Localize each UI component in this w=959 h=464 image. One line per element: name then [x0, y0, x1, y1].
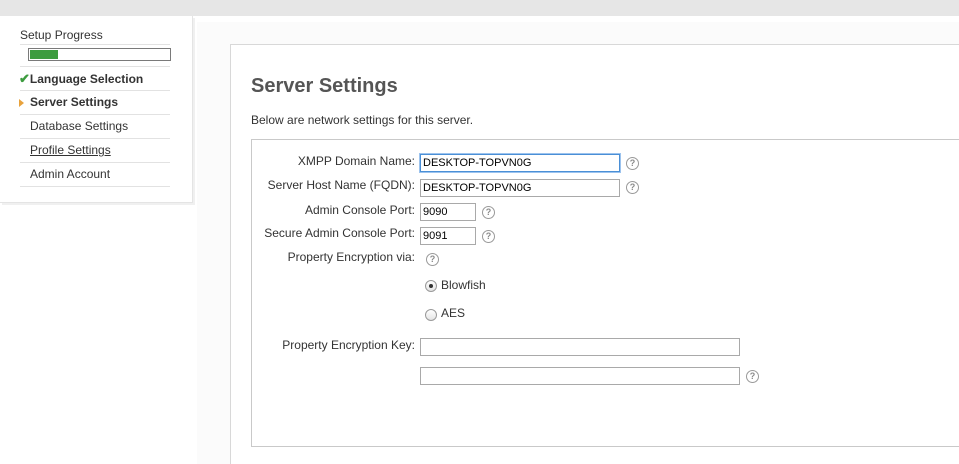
sidebar-item-label: Language Selection — [29, 72, 144, 86]
current-step-arrow-icon — [19, 99, 24, 107]
sidebar-item-admin-account[interactable]: Admin Account — [30, 167, 110, 181]
encryption-via-label: Property Encryption via: — [287, 250, 415, 264]
sidebar-divider — [20, 162, 170, 163]
help-icon[interactable]: ? — [626, 181, 639, 194]
help-icon[interactable]: ? — [626, 157, 639, 170]
browser-top-bar — [0, 0, 959, 16]
blowfish-radio[interactable] — [425, 280, 437, 292]
sidebar-divider — [20, 114, 170, 115]
xmpp-domain-label: XMPP Domain Name: — [297, 154, 415, 168]
sidebar-item-profile-settings[interactable]: Profile Settings — [30, 143, 111, 157]
host-name-label: Server Host Name (FQDN): — [267, 178, 415, 192]
secure-admin-port-input[interactable]: 9091 — [420, 227, 476, 245]
xmpp-domain-input[interactable]: DESKTOP-TOPVN0G — [420, 154, 620, 172]
help-icon[interactable]: ? — [426, 253, 439, 266]
admin-port-input[interactable]: 9090 — [420, 203, 476, 221]
blowfish-radio-label[interactable]: Blowfish — [441, 278, 486, 292]
sidebar-divider — [20, 66, 170, 67]
admin-port-label: Admin Console Port: — [304, 203, 415, 217]
sidebar-item-server-settings[interactable]: Server Settings — [30, 95, 118, 109]
help-icon[interactable]: ? — [482, 230, 495, 243]
help-icon[interactable]: ? — [746, 370, 759, 383]
setup-progress-sidebar: Setup Progress ✔Language Selection Serve… — [0, 16, 193, 203]
setup-progress-fill — [30, 50, 58, 59]
page-title: Server Settings — [251, 75, 398, 97]
encryption-key-label: Property Encryption Key: — [282, 338, 415, 352]
sidebar-divider — [20, 90, 170, 91]
secure-admin-port-label: Secure Admin Console Port: — [264, 226, 415, 240]
sidebar-divider — [20, 138, 170, 139]
sidebar-divider — [20, 44, 170, 45]
checkmark-icon: ✔ — [19, 71, 30, 86]
setup-progress-title: Setup Progress — [20, 28, 103, 42]
aes-radio[interactable] — [425, 309, 437, 321]
sidebar-item-database-settings[interactable]: Database Settings — [30, 119, 128, 133]
sidebar-item-language-selection[interactable]: ✔Language Selection — [19, 71, 143, 87]
host-name-input[interactable]: DESKTOP-TOPVN0G — [420, 179, 620, 197]
sidebar-divider — [20, 186, 170, 187]
setup-progress-bar — [28, 48, 171, 61]
page-description: Below are network settings for this serv… — [251, 113, 474, 127]
aes-radio-label[interactable]: AES — [441, 306, 465, 320]
encryption-key-confirm-input[interactable] — [420, 367, 740, 385]
encryption-key-input[interactable] — [420, 338, 740, 356]
help-icon[interactable]: ? — [482, 206, 495, 219]
